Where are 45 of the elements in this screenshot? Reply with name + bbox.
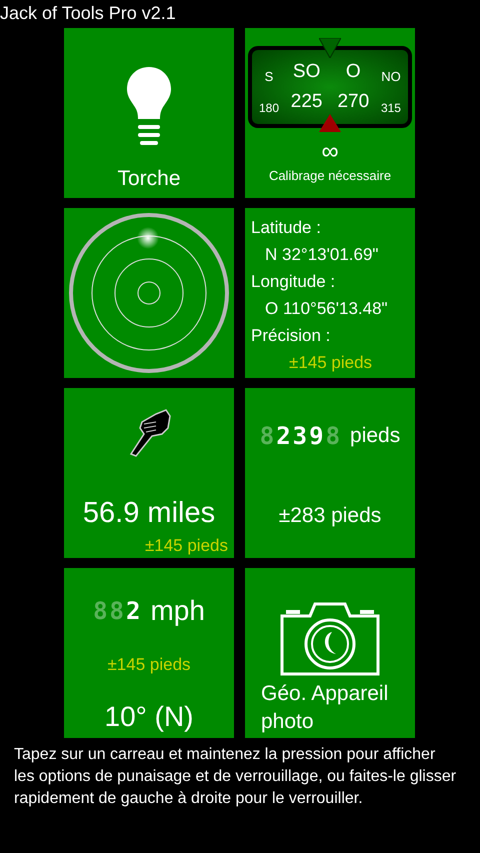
accuracy-text: ±145 pieds [288,352,374,374]
compass-degree: 315 [380,100,402,116]
hint-text: Tapez sur un carreau et maintenez la pression pour afficher les options de punaisage et de verrouillage, ou faites-le glisser rapidement de gauche à droite pour le verrouiller. [13,745,458,809]
segment-digit: 9 [309,424,324,448]
app-title: Jack of Tools Pro v2.1 [0,2,177,25]
segment-digit: 8 [93,599,108,623]
camera-icon [280,602,380,676]
tile[interactable]: S SO O NO 180 225 270 315 ∞ Calibrage nécessaire [245,28,415,198]
tile[interactable]: Géo. Appareil photo [245,568,415,738]
tile-label: Géo. Appareil photo [260,681,390,735]
compass-reading: ∞ [321,140,339,164]
tile[interactable]: Latitude : N 32°13'01.69" Longitude : O 110°56'13.48" Précision : ±145 pieds [245,208,415,378]
compass-heading: SO [292,60,322,84]
heading-text: 10° (N) [104,700,194,734]
compass-status: Calibrage nécessaire [268,167,392,185]
compass-heading: NO [380,68,402,86]
segment-digit: 2 [126,599,140,623]
pointer-icon [319,38,341,58]
segment-digit: 8 [326,424,340,448]
tile-label: Torche [117,166,181,192]
compass-degree: 270 [336,90,370,114]
compass-degree: 225 [290,90,324,114]
unit-text: mph [150,594,205,628]
unit-text: pieds [350,423,400,449]
altitude-accuracy: ±283 pieds [278,502,382,528]
coordinate-text: N 32°13'01.69" [264,244,380,266]
compass-degree: 180 [258,100,280,116]
tile[interactable]: 56.9 miles ±145 pieds [64,388,234,558]
tile[interactable]: Torche [64,28,234,198]
segment-digit: 8 [110,599,124,623]
tile[interactable]: 82 3 9 8 pieds ±283 pieds [245,388,415,558]
tile[interactable]: 8 82 mph ±145 pieds 10° (N) [64,568,234,738]
compass-heading: S [264,68,274,86]
segment-digit: 8 [260,424,274,448]
accuracy-text: ±145 pieds [107,654,191,676]
compass-heading: O [344,60,362,84]
coordinate-text: Latitude : [251,217,322,239]
coordinate-text: Précision : [251,325,332,347]
segment-digit: 2 [276,424,291,448]
coordinate-text: Longitude : [251,271,336,293]
pointer-icon [319,114,341,132]
segment-digit: 3 [292,424,308,448]
coordinate-text: O 110°56'13.48" [264,298,389,320]
distance-value: 56.9 miles [82,496,216,531]
accuracy-text: ±145 pieds [144,536,229,556]
